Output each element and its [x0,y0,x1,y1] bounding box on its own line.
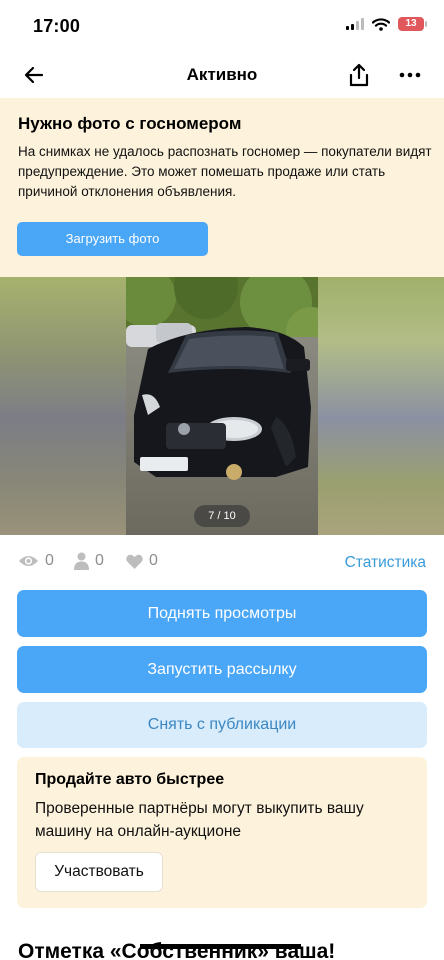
gallery-blur-right [318,277,444,535]
status-icons: 13 [346,17,427,31]
wifi-icon [372,17,390,31]
share-icon[interactable] [347,62,371,88]
favorites-stat: 0 [126,552,158,570]
heart-icon [126,554,143,569]
boost-views-button[interactable]: Поднять просмотры [17,590,427,637]
views-stat: 0 [18,552,54,570]
participate-button[interactable]: Участвовать [35,852,163,892]
warning-text: На снимках не удалось распознать госноме… [18,144,432,199]
views-count: 0 [45,552,54,569]
promo-title: Продайте авто быстрее [35,771,225,788]
battery-icon: 13 [398,17,427,31]
favorites-count: 0 [149,552,158,569]
status-bar: 17:00 13 [0,0,444,52]
upload-photo-button[interactable]: Загрузить фото [17,222,208,256]
gallery-blur-left [0,277,126,535]
sell-faster-promo: Продайте авто быстрее Проверенные партнё… [17,757,427,908]
statistics-link[interactable]: Статистика [345,554,426,572]
heading-strike-bar [140,944,301,949]
photo-gallery[interactable]: 7 / 10 [0,277,444,535]
plate-photo-warning: Нужно фото с госномером На снимках не уд… [0,98,444,277]
page-title: Активно [186,65,258,84]
promo-text: Проверенные партнёры могут выкупить вашу… [35,800,364,840]
stats-row: 0 0 0 Статистика [0,552,444,576]
signal-icon [346,18,364,30]
contacts-count: 0 [95,552,104,569]
person-icon [74,552,89,570]
status-time: 17:00 [33,16,81,36]
owner-badge-heading: Отметка «Собственник» ваша! [18,940,336,960]
warning-title: Нужно фото с госномером [18,114,242,133]
photo-counter: 7 / 10 [194,505,250,527]
start-mailing-button[interactable]: Запустить рассылку [17,646,427,693]
car-photo[interactable] [126,277,318,535]
unpublish-button[interactable]: Снять с публикации [17,702,427,748]
more-icon[interactable] [398,64,422,86]
eye-icon [19,556,38,566]
contacts-stat: 0 [74,552,104,570]
nav-bar: Активно [0,52,444,98]
